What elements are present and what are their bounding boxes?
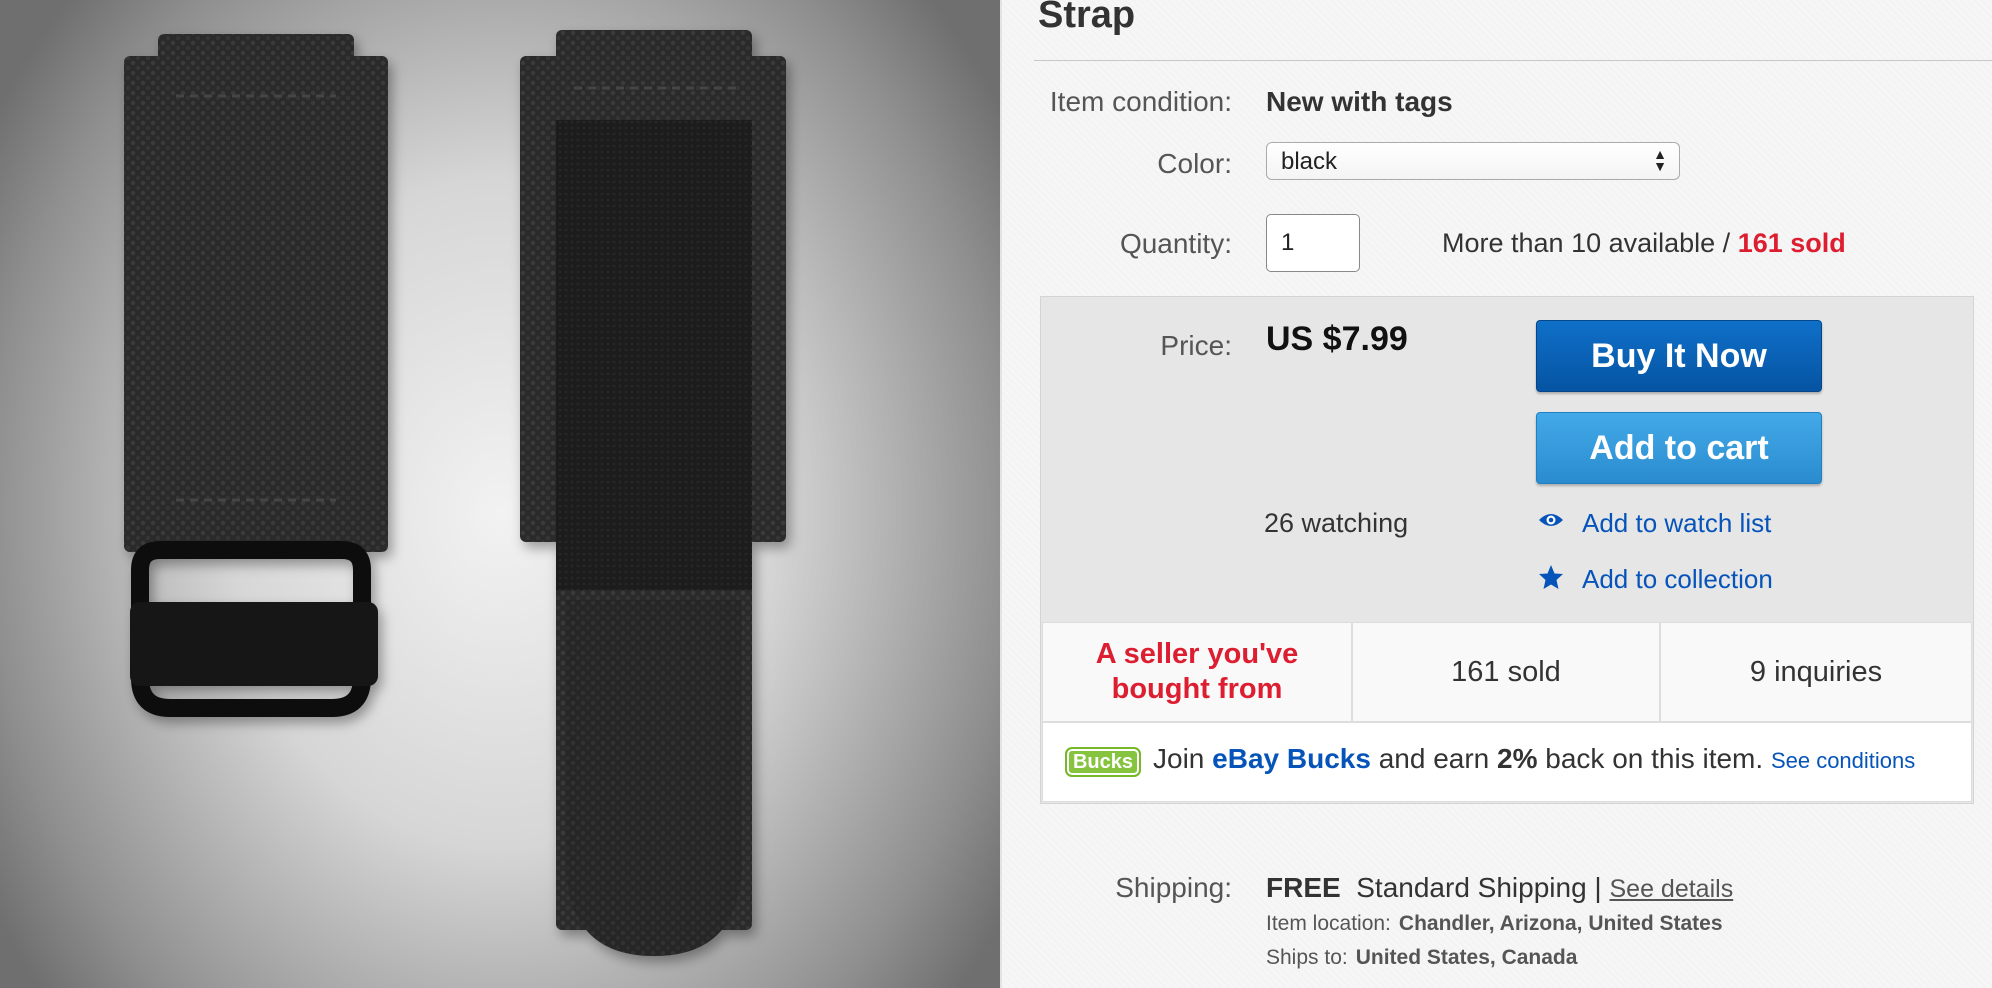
right-strap [520, 30, 786, 956]
left-strap [124, 34, 388, 717]
item-location: Item location: Chandler, Arizona, United … [1266, 912, 1723, 936]
watch-strap-illustration [124, 30, 786, 956]
quantity-input[interactable]: 1 [1266, 214, 1360, 272]
add-to-watch-list-link[interactable]: Add to watch list [1582, 508, 1771, 539]
item-location-label: Item location: [1266, 912, 1391, 935]
bucks-join: Join [1153, 743, 1213, 774]
condition-value: New with tags [1266, 86, 1453, 117]
quantity-label: Quantity: [1119, 228, 1232, 259]
see-conditions-link[interactable]: See conditions [1771, 748, 1915, 773]
shipping-summary: FREE Standard Shipping | See details [1266, 872, 1733, 904]
seller-status-line1: A seller you've [1095, 638, 1299, 670]
seller-status-line2: bought from [1111, 673, 1283, 705]
bucks-text: Join eBay Bucks and earn 2% back on this… [1153, 743, 1915, 775]
add-to-cart-button[interactable]: Add to cart [1536, 412, 1822, 484]
ebay-bucks-banner: Bucks Join eBay Bucks and earn 2% back o… [1042, 722, 1972, 802]
shipping-label: Shipping: [1115, 872, 1232, 903]
title-divider [1034, 60, 1992, 61]
inquiries-cell[interactable]: 9 inquiries [1660, 622, 1972, 722]
color-select[interactable]: black ▲ ▼ [1266, 142, 1680, 180]
sold-count-cell[interactable]: 161 sold [1352, 622, 1660, 722]
product-image[interactable] [0, 0, 1000, 988]
availability-text: More than 10 available / 161 sold [1442, 228, 1846, 259]
ships-to-label: Ships to: [1266, 946, 1348, 969]
buy-it-now-button[interactable]: Buy It Now [1536, 320, 1822, 392]
bucks-badge-icon: Bucks [1065, 747, 1141, 777]
star-icon[interactable] [1538, 564, 1564, 590]
color-label: Color: [1157, 148, 1232, 179]
add-to-collection-link[interactable]: Add to collection [1582, 564, 1773, 595]
shipping-separator: | [1586, 872, 1610, 903]
see-details-link[interactable]: See details [1610, 875, 1734, 903]
price-label: Price: [1160, 330, 1232, 361]
seller-status-cell: A seller you've bought from [1042, 622, 1352, 722]
shipping-method: Standard Shipping [1356, 872, 1587, 903]
item-title: Strap [1038, 0, 1136, 36]
updown-arrows-icon: ▲ ▼ [1653, 146, 1667, 174]
availability-label: More than 10 available / [1442, 228, 1738, 258]
sold-count-link[interactable]: 161 sold [1738, 228, 1846, 258]
shipping-free: FREE [1266, 872, 1341, 903]
watching-count: 26 watching [1264, 508, 1409, 538]
ships-to: Ships to: United States, Canada [1266, 946, 1577, 970]
bucks-brand-link[interactable]: eBay Bucks [1212, 743, 1371, 774]
eye-icon[interactable] [1538, 510, 1564, 530]
bucks-percent: 2% [1497, 743, 1538, 774]
color-select-value: black [1281, 148, 1338, 175]
item-location-value: Chandler, Arizona, United States [1398, 912, 1723, 935]
item-details-panel: Strap Item condition: New with tags Colo… [1002, 0, 1992, 988]
ships-to-value: United States, Canada [1355, 946, 1578, 969]
price-value: US $7.99 [1266, 320, 1408, 358]
condition-label: Item condition: [1049, 86, 1232, 117]
bucks-rest: back on this item. [1537, 743, 1771, 774]
bucks-earn: and earn [1370, 743, 1498, 774]
